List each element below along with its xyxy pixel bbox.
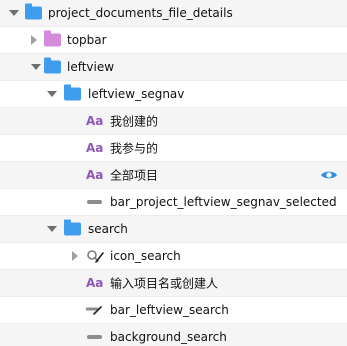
chevron-down-icon[interactable] [47,226,57,232]
layer-label: background_search [110,330,227,344]
layer-row-created-by-me[interactable]: Aa 我创建的 [0,108,347,135]
layer-list: project_documents_file_details topbar le… [0,0,347,346]
layer-row-topbar[interactable]: topbar [0,27,347,54]
text-layer-icon: Aa [86,114,104,128]
layer-label: bar_project_leftview_segnav_selected [110,195,337,209]
text-layer-icon: Aa [86,276,104,290]
layer-label: topbar [67,33,107,47]
layer-label: icon_search [110,249,181,263]
layer-row-project-documents-file-details[interactable]: project_documents_file_details [0,0,347,27]
layer-row-leftview-search-bar[interactable]: bar_leftview_search [0,297,347,324]
text-layer-icon: Aa [86,141,104,155]
chevron-down-icon[interactable] [9,10,19,16]
chevron-down-icon[interactable] [47,91,57,97]
group-folder-icon [44,30,61,47]
search-symbol-icon [87,250,104,263]
folder-icon [64,219,81,236]
layer-label: 输入项目名或创建人 [110,276,219,291]
rectangle-layer-icon [87,335,102,339]
layer-row-all-projects[interactable]: Aa 全部项目 [0,162,347,189]
layer-row-leftview-segnav[interactable]: leftview_segnav [0,81,347,108]
layer-label: project_documents_file_details [48,6,233,20]
layer-row-icon-search[interactable]: icon_search [0,243,347,270]
layer-label: 我创建的 [110,114,159,129]
layer-row-background-search[interactable]: background_search [0,324,347,346]
layer-row-leftview[interactable]: leftview [0,54,347,81]
layer-label: search [88,222,128,236]
layer-row-segnav-selected-bar[interactable]: bar_project_leftview_segnav_selected [0,189,347,216]
folder-icon [64,84,81,101]
rectangle-layer-icon [87,200,102,204]
layer-row-search[interactable]: search [0,216,347,243]
chevron-right-icon[interactable] [31,35,37,45]
chevron-right-icon[interactable] [72,251,78,261]
folder-icon [44,57,61,74]
line-layer-icon [86,306,102,315]
layer-label: 我参与的 [110,141,159,156]
eye-icon[interactable] [320,169,338,181]
chevron-down-icon[interactable] [31,64,41,70]
folder-icon [25,3,42,20]
layer-row-participated[interactable]: Aa 我参与的 [0,135,347,162]
layer-label: leftview_segnav [88,87,185,101]
layer-label: 全部项目 [110,168,159,183]
layer-label: leftview [67,60,115,74]
text-layer-icon: Aa [86,168,104,182]
layer-row-search-placeholder[interactable]: Aa 输入项目名或创建人 [0,270,347,297]
layer-label: bar_leftview_search [110,303,229,317]
